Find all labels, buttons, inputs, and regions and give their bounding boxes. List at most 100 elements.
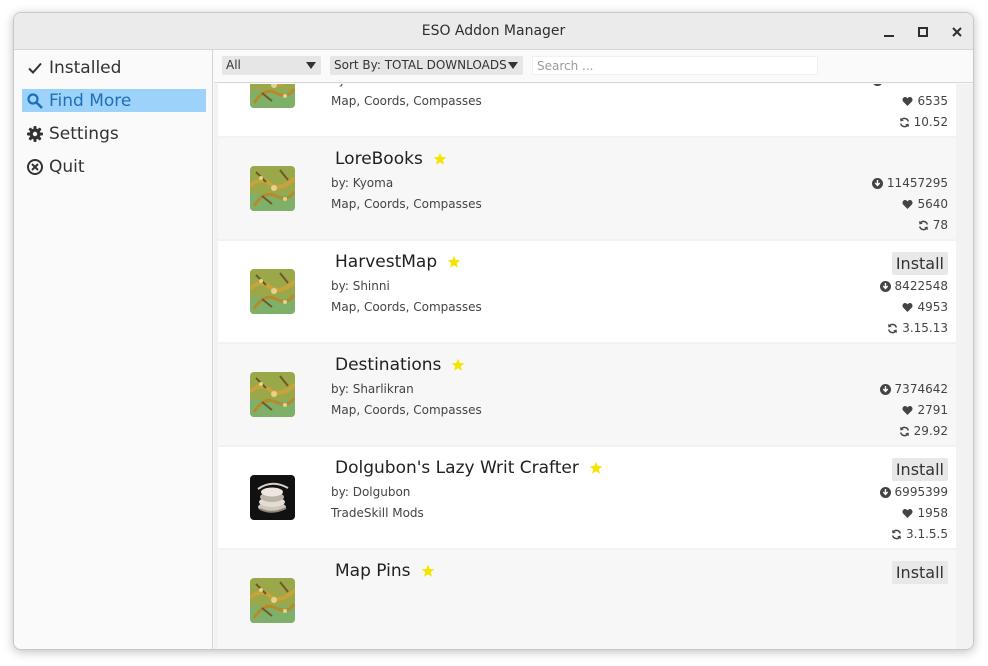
heart-icon: [902, 96, 913, 106]
download-icon: [873, 84, 882, 86]
version-value: 3.1.5.5: [906, 527, 948, 541]
star-icon: [421, 564, 435, 578]
version-value: 29.92: [913, 424, 948, 438]
version: 3.1.5.5: [891, 527, 948, 541]
chevron-down-icon: [508, 62, 518, 69]
star-icon: [451, 358, 465, 372]
favorite-count: 5640: [902, 197, 948, 211]
addon-card[interactable]: LoreBooks by: Kyoma Map, Coords, Compass…: [218, 138, 956, 239]
download-count: 6995399: [879, 485, 948, 499]
addon-categories: Map, Coords, Compasses: [331, 300, 482, 314]
star-icon: [589, 461, 603, 475]
download-count: 7374642: [879, 382, 948, 396]
addon-name: Destinations: [335, 355, 442, 375]
close-circle-icon: [26, 158, 44, 176]
refresh-icon: [891, 529, 902, 539]
addon-thumbnail: [250, 578, 295, 623]
window-title: ESO Addon Manager: [421, 23, 566, 39]
heart-icon: [902, 508, 913, 518]
addon-thumbnail: [250, 475, 295, 520]
star-icon: [447, 255, 461, 269]
addon-categories: Map, Coords, Compasses: [331, 94, 482, 108]
maximize-button[interactable]: [912, 21, 934, 43]
version-value: 3.15.13: [902, 321, 948, 335]
download-count-value: 6995399: [894, 485, 948, 499]
maximize-icon: [918, 27, 928, 37]
sidebar-item-installed[interactable]: Installed: [22, 56, 206, 79]
addon-categories: Map, Coords, Compasses: [331, 197, 482, 211]
addon-card[interactable]: Map Pins Install: [218, 550, 956, 649]
addon-name: HarvestMap: [335, 252, 438, 272]
addon-author: by: AssemblerManiac: [331, 84, 458, 87]
install-button[interactable]: Install: [891, 458, 948, 481]
download-icon: [871, 177, 883, 189]
version: 3.15.13: [887, 321, 948, 335]
sort-dropdown-value: Sort By: TOTAL DOWNLOADS: [334, 58, 507, 72]
heart-icon: [902, 405, 913, 415]
download-icon: [879, 486, 891, 498]
addon-list[interactable]: SkyShards by: AssemblerManiac Map, Coord…: [214, 84, 973, 649]
addon-author: by: Sharlikran: [331, 382, 414, 396]
favorite-count: 1958: [902, 506, 948, 520]
addon-author: by: Dolgubon: [331, 485, 411, 499]
download-count-value: 11457295: [886, 176, 948, 190]
toolbar: All Sort By: TOTAL DOWNLOADS: [214, 50, 973, 83]
close-icon: [952, 27, 962, 37]
heart-icon: [902, 199, 913, 209]
download-count-value: 11745440: [887, 84, 948, 87]
addon-card[interactable]: SkyShards by: AssemblerManiac Map, Coord…: [218, 84, 956, 136]
sort-dropdown[interactable]: Sort By: TOTAL DOWNLOADS: [330, 56, 523, 75]
version: 29.92: [899, 424, 948, 438]
favorite-count: 6535: [902, 94, 948, 108]
minimize-button[interactable]: [878, 21, 900, 43]
addon-name: Map Pins: [335, 561, 411, 581]
search-icon: [26, 92, 44, 110]
addon-thumbnail: [250, 84, 295, 108]
favorite-count-value: 1958: [917, 506, 948, 520]
filter-dropdown-value: All: [226, 58, 241, 72]
sidebar-item-settings[interactable]: Settings: [22, 122, 206, 145]
install-button[interactable]: Install: [891, 561, 948, 584]
addon-name: LoreBooks: [335, 149, 423, 169]
sidebar-item-find-more[interactable]: Find More: [22, 89, 206, 112]
version-value: 78: [932, 218, 948, 232]
addon-card[interactable]: Dolgubon's Lazy Writ Crafter by: Dolgubo…: [218, 447, 956, 548]
check-icon: [26, 59, 44, 77]
addon-thumbnail: [250, 372, 295, 417]
version-value: 10.52: [913, 115, 948, 129]
title-bar: ESO Addon Manager: [14, 13, 973, 50]
star-icon: [433, 152, 447, 166]
addon-card[interactable]: HarvestMap by: Shinni Map, Coords, Compa…: [218, 241, 956, 342]
minimize-icon: [884, 35, 894, 37]
favorite-count-value: 5640: [917, 197, 948, 211]
addon-categories: Map, Coords, Compasses: [331, 403, 482, 417]
heart-icon: [902, 302, 913, 312]
favorite-count-value: 6535: [917, 94, 948, 108]
install-button[interactable]: Install: [891, 252, 948, 275]
refresh-icon: [918, 220, 928, 230]
sidebar-item-quit[interactable]: Quit: [22, 155, 206, 178]
refresh-icon: [899, 117, 909, 127]
download-count: 11745440: [872, 84, 948, 87]
close-window-button[interactable]: [946, 21, 968, 43]
addon-thumbnail: [250, 269, 295, 314]
addon-categories: TradeSkill Mods: [331, 506, 424, 520]
download-icon: [879, 280, 891, 292]
gear-icon: [26, 125, 44, 143]
addon-card[interactable]: Destinations by: Sharlikran Map, Coords,…: [218, 344, 956, 445]
filter-dropdown[interactable]: All: [222, 56, 321, 75]
search-input[interactable]: [532, 56, 818, 75]
sidebar-item-label: Settings: [49, 123, 119, 144]
download-icon: [879, 383, 891, 395]
addon-name: Dolgubon's Lazy Writ Crafter: [335, 458, 579, 478]
addon-author: by: Kyoma: [331, 176, 394, 190]
download-count: 11457295: [871, 176, 948, 190]
favorite-count: 4953: [902, 300, 948, 314]
favorite-count: 2791: [902, 403, 948, 417]
sidebar-item-label: Find More: [49, 90, 132, 111]
download-count-value: 8422548: [894, 279, 948, 293]
addon-thumbnail: [250, 166, 295, 211]
download-count: 8422548: [879, 279, 948, 293]
refresh-icon: [899, 426, 909, 436]
favorite-count-value: 2791: [917, 403, 948, 417]
